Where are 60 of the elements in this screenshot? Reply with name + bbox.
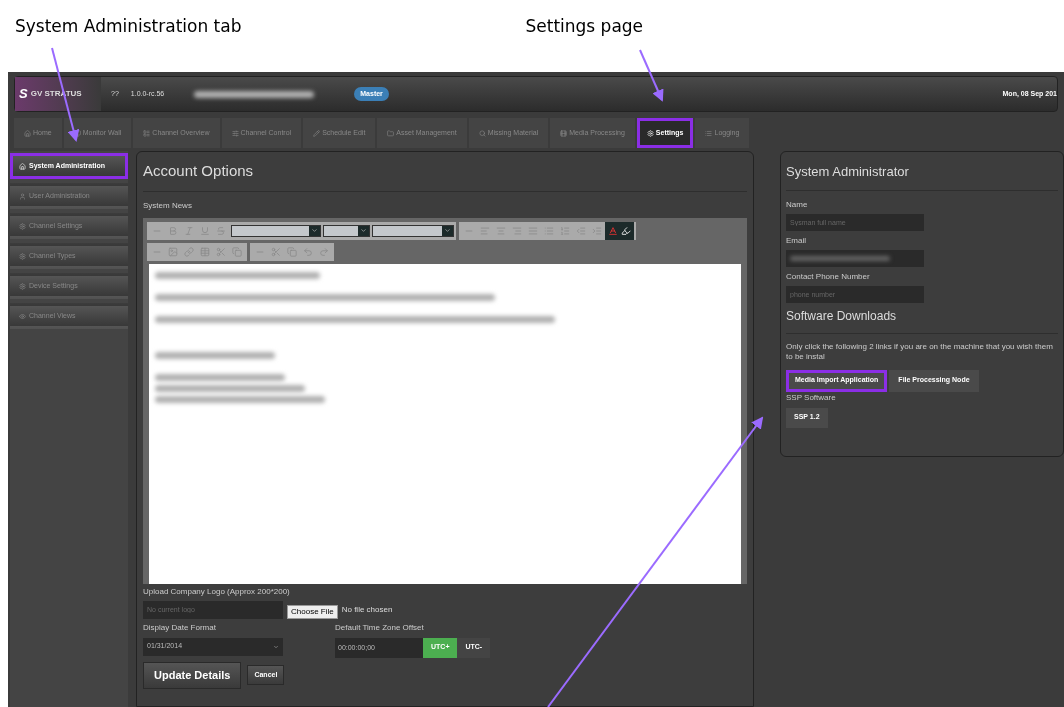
copy-icon[interactable] (232, 246, 242, 257)
update-button[interactable]: Update Details (143, 661, 242, 689)
redo-icon[interactable] (319, 246, 329, 257)
italic-icon[interactable] (184, 225, 194, 236)
section-title: Software Downloads (786, 306, 1058, 334)
caret-icon (360, 227, 367, 234)
field-label: SSP Software (786, 391, 837, 404)
note-text: Only click the following 2 links if you are on the machine that you wish them to be instal (786, 341, 1054, 362)
font-dropdown[interactable] (323, 224, 370, 237)
highlighter-icon[interactable] (621, 225, 631, 236)
field-label: Name (786, 198, 809, 211)
font-dropdown[interactable] (231, 224, 321, 237)
settings-icon (19, 222, 26, 230)
strikethrough-icon[interactable] (216, 225, 226, 236)
annotation-label: Settings page (525, 15, 644, 38)
folder-icon (387, 129, 395, 137)
eye-icon (19, 312, 26, 320)
list-icon (143, 129, 151, 137)
caret-icon (311, 227, 318, 234)
news-editor[interactable] (143, 263, 747, 584)
panel-title: System Administrator (786, 152, 1058, 191)
annotation-arrow (639, 49, 664, 102)
bold-icon[interactable] (168, 225, 178, 236)
field-label: Upload Company Logo (Approx 200*200) (143, 585, 291, 598)
user-icon (19, 192, 26, 200)
caret-icon (444, 227, 451, 234)
settings-icon (19, 282, 26, 290)
numbered-list-icon[interactable] (560, 225, 570, 236)
font-color-icon[interactable] (608, 225, 618, 236)
home-icon (19, 162, 26, 170)
copy-icon[interactable] (287, 246, 297, 257)
home-icon (24, 129, 31, 137)
field-label: Display Date Format (143, 621, 217, 634)
font-dropdown[interactable] (372, 224, 454, 237)
film-icon (560, 129, 568, 137)
field-label: System News (143, 199, 193, 212)
field-label: Email (786, 234, 807, 247)
undo-icon[interactable] (303, 246, 313, 257)
search-icon (478, 129, 486, 137)
annotation-label: System Administration tab (15, 15, 242, 38)
field-label: Contact Phone Number (786, 270, 871, 283)
scissors-icon[interactable] (271, 246, 281, 257)
choose-file-button[interactable]: Choose File (287, 604, 338, 619)
pencil-icon (313, 129, 321, 137)
indent-icon[interactable] (592, 225, 602, 236)
logo-mark: S (19, 85, 28, 104)
underline-icon[interactable] (200, 225, 210, 236)
list-icon (705, 129, 713, 137)
file-status: No file chosen (341, 603, 393, 616)
image-icon[interactable] (168, 246, 178, 257)
scissors-icon[interactable] (216, 246, 226, 257)
settings-icon (19, 252, 26, 260)
table-icon[interactable] (200, 246, 210, 257)
sliders-icon (231, 129, 239, 137)
settings-icon (646, 129, 654, 137)
link-icon[interactable] (184, 246, 194, 257)
caret-icon (273, 643, 279, 650)
email-field[interactable] (786, 249, 924, 267)
field-label: Default Time Zone Offset (335, 621, 425, 634)
panel-title: Account Options (143, 152, 747, 192)
